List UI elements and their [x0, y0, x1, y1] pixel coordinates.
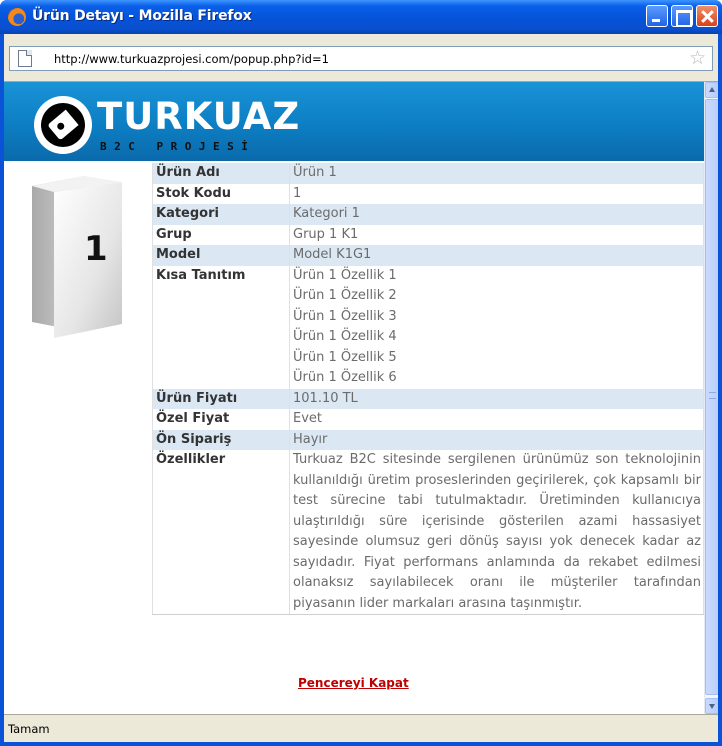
row-label: Stok Kodu [152, 183, 290, 204]
status-bar: Tamam [4, 714, 718, 742]
row-value: Hayır [289, 429, 704, 450]
scroll-thumb[interactable] [705, 99, 718, 695]
product-image-label: 1 [84, 229, 108, 269]
table-row: Ürün Adı Ürün 1 [152, 163, 704, 184]
short-desc-line: Ürün 1 Özellik 4 [293, 329, 397, 344]
row-label: Özel Fiyat [152, 409, 290, 430]
title-bar[interactable]: Ürün Detayı - Mozilla Firefox [0, 0, 722, 34]
site-header: TURKUAZ B2C PROJESİ [4, 82, 704, 161]
close-window-button[interactable] [696, 5, 718, 27]
row-label: Ürün Adı [152, 163, 290, 184]
table-row: Özellikler Turkuaz B2C sitesinde sergile… [152, 450, 704, 615]
firefox-icon [8, 8, 26, 26]
maximize-button[interactable] [671, 5, 693, 27]
short-desc-line: Ürün 1 Özellik 1 [293, 267, 397, 283]
table-row: Kategori Kategori 1 [152, 204, 704, 225]
url-field[interactable]: http://www.turkuazprojesi.com/popup.php?… [9, 46, 713, 71]
row-value: 101.10 TL [289, 388, 704, 409]
logo-tag-icon [34, 96, 92, 154]
table-row: Model Model K1G1 [152, 245, 704, 266]
logo-text: TURKUAZ [97, 95, 301, 138]
row-value: Ürün 1 [289, 163, 704, 184]
short-desc-line: Ürün 1 Özellik 5 [293, 349, 397, 365]
row-label: Grup [152, 224, 290, 245]
row-value: Kategori 1 [289, 204, 704, 225]
row-label: Özellikler [152, 450, 290, 615]
row-value: Model K1G1 [289, 245, 704, 266]
table-row: Ürün Fiyatı 101.10 TL [152, 388, 704, 409]
address-bar: http://www.turkuazprojesi.com/popup.php?… [4, 34, 718, 82]
url-text: http://www.turkuazprojesi.com/popup.php?… [54, 52, 329, 66]
window-title: Ürün Detayı - Mozilla Firefox [32, 8, 252, 24]
product-details-table: Ürün Adı Ürün 1 Stok Kodu 1 Kategori Kat… [152, 163, 704, 615]
table-row: Grup Grup 1 K1 [152, 224, 704, 245]
logo-subtitle: B2C PROJESİ [100, 140, 256, 153]
short-desc-line: Ürün 1 Özellik 3 [293, 308, 397, 324]
scroll-up-button[interactable] [705, 82, 718, 98]
table-row: Stok Kodu 1 [152, 183, 704, 204]
row-label: Kısa Tanıtım [152, 265, 290, 389]
row-value: Evet [289, 409, 704, 430]
status-text: Tamam [8, 722, 50, 736]
scroll-down-button[interactable] [705, 698, 718, 714]
row-label: Kategori [152, 204, 290, 225]
short-description: Ürün 1 Özellik 1 Ürün 1 Özellik 2 Ürün 1… [289, 265, 704, 389]
window-client: http://www.turkuazprojesi.com/popup.php?… [4, 34, 718, 742]
short-desc-line: Ürün 1 Özellik 2 [293, 288, 397, 303]
features-text: Turkuaz B2C sitesinde sergilenen ürünümü… [289, 450, 704, 615]
product-image: 1 [32, 176, 122, 338]
minimize-button[interactable] [646, 5, 668, 27]
table-row: Özel Fiyat Evet [152, 409, 704, 430]
row-value: Grup 1 K1 [289, 224, 704, 245]
table-row: Ön Sipariş Hayır [152, 429, 704, 450]
row-label: Model [152, 245, 290, 266]
bookmark-star-icon[interactable]: ☆ [689, 48, 706, 68]
page-icon [18, 50, 32, 67]
row-label: Ön Sipariş [152, 429, 290, 450]
close-window-link[interactable]: Pencereyi Kapat [298, 676, 409, 690]
short-desc-line: Ürün 1 Özellik 6 [293, 370, 397, 385]
row-value: 1 [289, 183, 704, 204]
page-viewport: TURKUAZ B2C PROJESİ 1 Ürün Adı Ürün 1 St… [4, 82, 718, 714]
browser-window: Ürün Detayı - Mozilla Firefox http://www… [0, 0, 722, 746]
vertical-scrollbar[interactable] [704, 82, 718, 714]
table-row: Kısa Tanıtım Ürün 1 Özellik 1 Ürün 1 Öze… [152, 265, 704, 389]
row-label: Ürün Fiyatı [152, 388, 290, 409]
